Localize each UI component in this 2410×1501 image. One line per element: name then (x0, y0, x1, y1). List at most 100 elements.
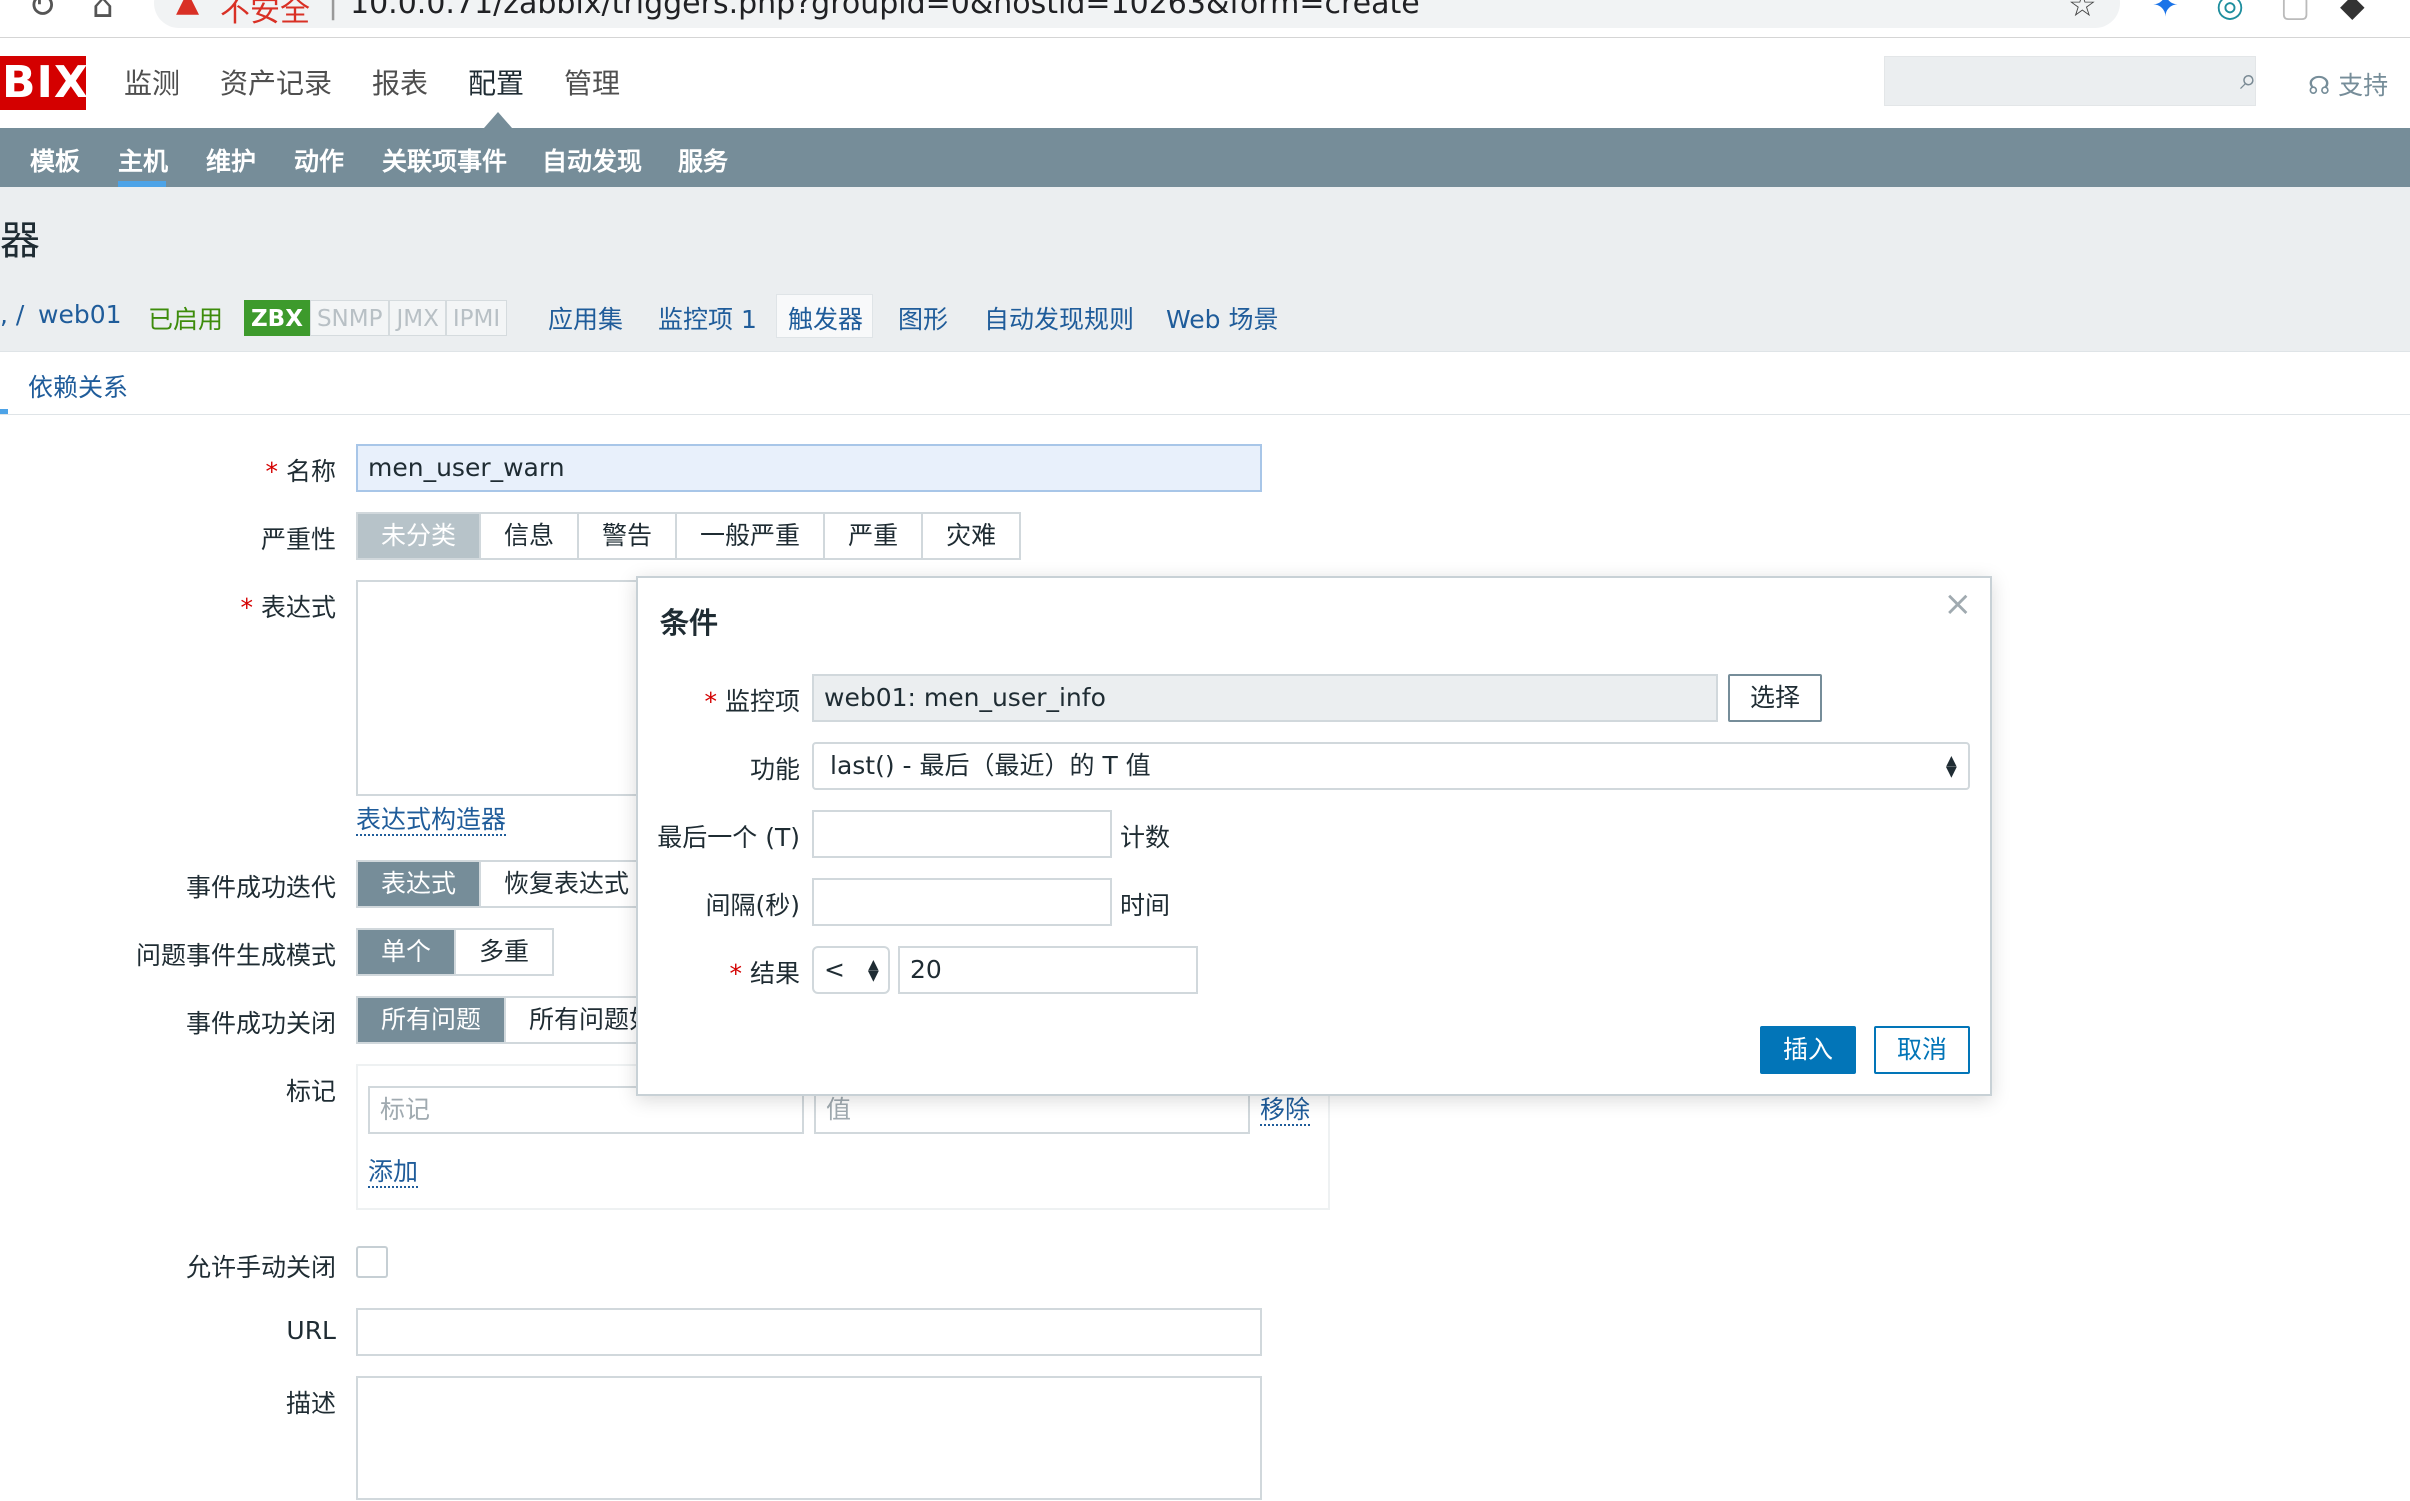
url-label: URL (286, 1316, 336, 1345)
top-header: BIX 监测 资产记录 报表 配置 管理 ⌕ ☊ 支持 (0, 38, 2410, 128)
severity-high[interactable]: 严重 (825, 514, 924, 558)
menu-administration[interactable]: 管理 (564, 62, 620, 102)
tab-applications[interactable]: 应用集 (548, 300, 623, 336)
subnav-hosts[interactable]: 主机 (118, 142, 168, 178)
manual-close-checkbox[interactable] (356, 1246, 388, 1278)
item-input[interactable]: web01: men_user_info (812, 674, 1718, 722)
subnav-actions[interactable]: 动作 (294, 142, 344, 178)
severity-information[interactable]: 信息 (481, 514, 580, 558)
subnav-services[interactable]: 服务 (678, 142, 728, 178)
select-item-button[interactable]: 选择 (1728, 674, 1822, 722)
zabbix-logo[interactable]: BIX (0, 56, 88, 110)
address-bar[interactable]: ▲ 不安全 | 10.0.0.71/zabbix/triggers.php?gr… (154, 0, 2120, 30)
remove-tag-link[interactable]: 移除 (1260, 1096, 1311, 1126)
problem-mode-multiple[interactable]: 多重 (456, 930, 553, 974)
item-label: * 监控项 (704, 687, 800, 716)
name-label: * 名称 (265, 457, 336, 486)
active-subnav-indicator (118, 181, 166, 187)
interval-unit: 时间 (1120, 891, 1171, 920)
description-label: 描述 (285, 1389, 336, 1418)
availability-jmx: JMX (389, 300, 446, 336)
host-status-badge[interactable]: 已启用 (148, 300, 223, 336)
home-icon[interactable]: ⌂ (92, 0, 114, 26)
last-count-input[interactable] (812, 810, 1112, 858)
tab-dependencies[interactable]: 依赖关系 (28, 368, 128, 404)
availability-indicators: ZBX SNMP JMX IPMI (244, 300, 508, 336)
extension-bird-icon[interactable]: ✦ (2152, 0, 2179, 24)
cancel-button[interactable]: 取消 (1874, 1026, 1970, 1074)
severity-warning[interactable]: 警告 (579, 514, 678, 558)
support-label: 支持 (2338, 71, 2389, 100)
subnav-templates[interactable]: 模板 (30, 142, 80, 178)
browser-toolbar: ↻ ⌂ ▲ 不安全 | 10.0.0.71/zabbix/triggers.ph… (0, 0, 2410, 38)
bookmark-star-icon[interactable]: ☆ (2068, 0, 2097, 24)
support-link[interactable]: ☊ 支持 (2308, 66, 2388, 102)
headset-icon: ☊ (2308, 71, 2331, 100)
ok-event-label: 事件成功迭代 (185, 873, 336, 902)
problem-mode-single[interactable]: 单个 (358, 930, 457, 974)
tab-triggers[interactable]: 触发器 (788, 300, 863, 336)
search-icon[interactable]: ⌕ (2240, 62, 2257, 97)
problem-mode-selector: 单个 多重 (356, 928, 555, 976)
availability-snmp: SNMP (309, 300, 390, 336)
insert-button[interactable]: 插入 (1760, 1026, 1856, 1074)
menu-monitoring[interactable]: 监测 (124, 62, 180, 102)
ok-event-selector: 表达式 恢复表达式 (356, 860, 655, 908)
tags-label: 标记 (285, 1077, 336, 1106)
ok-event-expression[interactable]: 表达式 (358, 862, 482, 906)
reload-icon[interactable]: ↻ (28, 0, 57, 26)
name-input[interactable]: men_user_warn (356, 444, 1262, 492)
breadcrumb-prefix: , / (0, 300, 25, 329)
interval-input[interactable] (812, 878, 1112, 926)
warning-icon: ▲ (176, 0, 200, 19)
breadcrumb-host[interactable]: web01 (38, 300, 122, 329)
ok-event-recovery-expression[interactable]: 恢复表达式 (481, 862, 653, 906)
sub-navigation: 模板 主机 维护 动作 关联项事件 自动发现 服务 (0, 128, 2410, 187)
subnav-maintenance[interactable]: 维护 (206, 142, 256, 178)
ok-close-all-problems[interactable]: 所有问题 (358, 998, 507, 1042)
close-icon[interactable]: × (1944, 584, 1973, 624)
function-select[interactable]: last() - 最后（最近）的 T 值 (812, 742, 1970, 790)
url-input[interactable] (356, 1308, 1262, 1356)
tab-discovery-rules[interactable]: 自动发现规则 (984, 300, 1134, 336)
severity-label: 严重性 (260, 525, 336, 554)
availability-ipmi: IPMI (445, 300, 508, 336)
url-separator: | (328, 0, 339, 21)
function-label: 功能 (749, 755, 800, 784)
menu-inventory[interactable]: 资产记录 (220, 62, 332, 102)
severity-not-classified[interactable]: 未分类 (358, 514, 482, 558)
tab-divider (0, 414, 2410, 415)
manual-close-label: 允许手动关闭 (185, 1253, 336, 1282)
select-arrows-icon: ▲ ▼ (1946, 753, 1957, 780)
dialog-title: 条件 (660, 606, 719, 640)
expression-textarea[interactable] (356, 580, 646, 796)
last-count-label: 最后一个 (T) (657, 823, 800, 852)
ok-close-label: 事件成功关闭 (185, 1009, 336, 1038)
page-title: 器 (0, 218, 40, 264)
menu-reports[interactable]: 报表 (372, 62, 428, 102)
description-textarea[interactable] (356, 1376, 1262, 1500)
expression-label: * 表达式 (240, 593, 336, 622)
severity-disaster[interactable]: 灾难 (923, 514, 1020, 558)
subnav-correlation[interactable]: 关联项事件 (382, 142, 507, 178)
severity-average[interactable]: 一般严重 (677, 514, 826, 558)
extension-shield-icon[interactable]: ◎ (2216, 0, 2244, 24)
subnav-discovery[interactable]: 自动发现 (542, 142, 642, 178)
extension-diamond-icon[interactable]: ◆ (2340, 0, 2365, 24)
interval-label: 间隔(秒) (705, 891, 800, 920)
search-input[interactable] (1884, 56, 2256, 106)
extension-page-icon[interactable]: ▢ (2280, 0, 2310, 24)
tab-items[interactable]: 监控项 1 (658, 300, 757, 336)
security-label[interactable]: 不安全 (220, 0, 310, 30)
problem-mode-label: 问题事件生成模式 (135, 941, 336, 970)
url-text[interactable]: 10.0.0.71/zabbix/triggers.php?groupid=0&… (350, 0, 1420, 21)
tab-web-scenarios[interactable]: Web 场景 (1166, 300, 1278, 336)
tab-graphs[interactable]: 图形 (898, 300, 948, 336)
menu-configuration[interactable]: 配置 (468, 62, 524, 102)
last-count-unit: 计数 (1120, 823, 1171, 852)
result-value-input[interactable]: 20 (898, 946, 1198, 994)
availability-zbx: ZBX (244, 300, 310, 336)
add-tag-link[interactable]: 添加 (368, 1158, 419, 1188)
ok-close-selector: 所有问题 所有问题如 (356, 996, 680, 1044)
expression-builder-link[interactable]: 表达式构造器 (356, 806, 507, 836)
